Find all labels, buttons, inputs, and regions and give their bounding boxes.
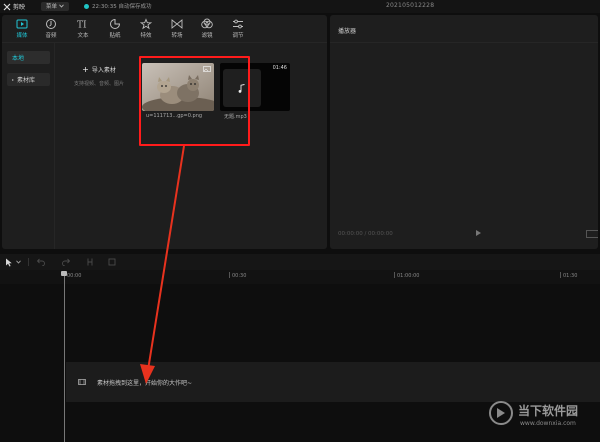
app-logo: 剪映 [3,2,25,11]
effects-icon [140,18,152,30]
chevron-down-icon[interactable] [16,260,21,264]
toolbar-divider [28,258,29,266]
tab-filter[interactable]: 滤镜 [193,18,221,39]
media-panel: 媒体 音频 TI 文本 贴纸 特效 转场 滤镜 调节 本地 ▸ 素材库 + 导入… [2,15,327,249]
nav-library[interactable]: ▸ 素材库 [7,73,50,86]
tab-adjust[interactable]: 调节 [224,18,252,39]
player-title: 播放器 [338,28,357,35]
highlight-box [139,56,250,146]
playhead-handle[interactable] [61,271,67,276]
media-toolbar: 媒体 音频 TI 文本 贴纸 特效 转场 滤镜 调节 [2,15,327,43]
main-track-drop-zone[interactable]: 素材拖拽到这里，开始你的大作吧~ [66,362,600,402]
media-icon [16,19,28,29]
title-bar: 剪映 菜单 22:30:35 自动保存成功 202105012228 [0,0,600,13]
tab-transition[interactable]: 转场 [163,18,191,39]
delete-icon[interactable] [108,258,116,266]
filter-icon [201,18,213,29]
watermark-title: 当下软件园 [518,404,579,418]
timeline-ruler[interactable]: 00:00 00:30 01:00:00 01:30 [0,270,600,284]
watermark-logo-icon [489,401,513,425]
chevron-down-icon [59,4,64,8]
tab-sticker[interactable]: 贴纸 [101,18,129,39]
capcut-logo-icon [3,3,11,10]
playhead[interactable] [64,272,65,442]
import-media-button[interactable]: + 导入素材 支持视频、音频、图片 [64,65,134,87]
redo-icon[interactable] [62,258,71,266]
cursor-select-icon[interactable] [5,258,13,267]
audio-duration: 01:46 [272,65,287,71]
player-timecode: 00:00:00 / 00:00:00 [338,231,393,237]
ruler-label: 01:00:00 [397,273,420,279]
transition-icon [171,19,183,29]
ruler-label: 00:30 [232,273,247,279]
text-icon: TI [77,21,87,31]
status-dot-icon [84,3,89,9]
player-divider [330,42,598,43]
media-source-nav: 本地 ▸ 素材库 [2,43,55,249]
watermark: 当下软件园 www.downxia.com [488,398,598,438]
nav-local[interactable]: 本地 [7,51,50,64]
undo-icon[interactable] [36,258,45,266]
adjust-icon [233,19,243,29]
caret-right-icon: ▸ [12,77,15,82]
drop-hint: 素材拖拽到这里，开始你的大作吧~ [97,380,193,387]
aspect-ratio-button[interactable] [586,230,598,238]
play-icon[interactable] [476,230,481,236]
tab-text[interactable]: TI 文本 [69,18,97,40]
watermark-url: www.downxia.com [520,420,576,427]
film-icon [78,379,86,385]
tab-audio[interactable]: 音频 [37,18,65,39]
tab-media[interactable]: 媒体 [8,18,36,39]
audio-icon [46,19,56,29]
sticker-icon [110,18,121,29]
project-title: 202105012228 [386,2,435,9]
app-name: 剪映 [13,4,26,11]
autosave-status: 22:30:35 自动保存成功 [84,2,151,10]
player-panel: 播放器 00:00:00 / 00:00:00 [330,15,598,249]
ruler-label: 00:00 [67,273,82,279]
svg-text:TI: TI [77,21,87,31]
menu-button[interactable]: 菜单 [41,1,69,11]
ruler-label: 01:30 [563,273,578,279]
plus-icon: + [82,65,89,74]
tab-effects[interactable]: 特效 [132,18,160,39]
split-icon[interactable] [86,258,94,266]
timeline-toolbar [0,254,600,270]
